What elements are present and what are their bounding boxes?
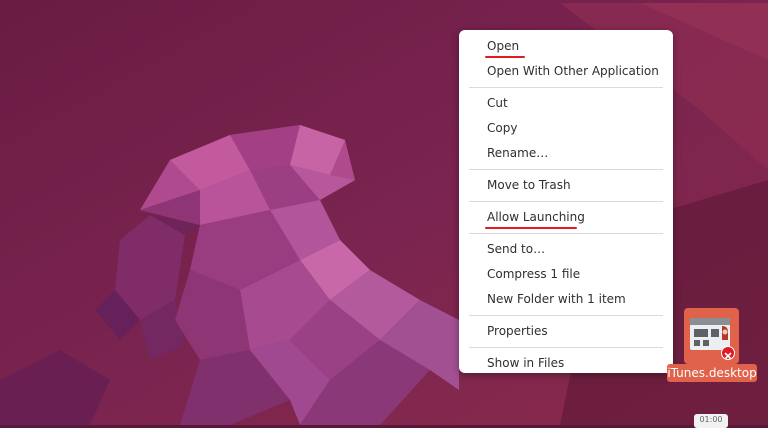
menu-separator — [469, 233, 663, 234]
menu-item-show-in-files[interactable]: Show in Files — [459, 351, 673, 376]
clock-tooltip: 01:00 — [694, 414, 728, 428]
menu-item-label: Move to Trash — [487, 178, 571, 192]
menu-item-send-to[interactable]: Send to… — [459, 237, 673, 262]
menu-item-label: New Folder with 1 item — [487, 292, 626, 306]
desktop-file-itunes[interactable]: iTunes.desktop — [667, 306, 757, 382]
not-trusted-badge-icon — [721, 346, 735, 360]
menu-separator — [469, 201, 663, 202]
menu-item-label: Open With Other Application — [487, 64, 659, 78]
menu-item-label: Send to… — [487, 242, 546, 256]
menu-item-label: Compress 1 file — [487, 267, 581, 281]
menu-item-label: Properties — [487, 324, 548, 338]
menu-separator — [469, 315, 663, 316]
allow-launching-underline-annotation — [485, 227, 577, 229]
context-menu: Open Open With Other Application Cut Cop… — [459, 30, 673, 373]
menu-item-properties[interactable]: Properties — [459, 319, 673, 344]
desktop-file-label: iTunes.desktop — [667, 364, 757, 382]
menu-item-rename[interactable]: Rename… — [459, 141, 673, 166]
menu-item-label: Cut — [487, 96, 508, 110]
open-underline-annotation — [485, 56, 525, 58]
menu-item-cut[interactable]: Cut — [459, 91, 673, 116]
menu-item-compress[interactable]: Compress 1 file — [459, 262, 673, 287]
menu-item-label: Copy — [487, 121, 518, 135]
menu-item-move-to-trash[interactable]: Move to Trash — [459, 173, 673, 198]
menu-separator — [469, 169, 663, 170]
menu-item-new-folder-with-item[interactable]: New Folder with 1 item — [459, 287, 673, 312]
menu-item-open[interactable]: Open — [459, 34, 673, 59]
menu-item-label: Allow Launching — [487, 210, 585, 224]
menu-item-label: Show in Files — [487, 356, 565, 370]
menu-separator — [469, 87, 663, 88]
menu-item-allow-launching[interactable]: Allow Launching — [459, 205, 673, 230]
menu-separator — [469, 347, 663, 348]
x-mark-icon — [724, 352, 732, 360]
menu-item-label: Open — [487, 39, 520, 53]
menu-item-label: Rename… — [487, 146, 549, 160]
menu-item-open-with[interactable]: Open With Other Application — [459, 59, 673, 84]
menu-item-copy[interactable]: Copy — [459, 116, 673, 141]
